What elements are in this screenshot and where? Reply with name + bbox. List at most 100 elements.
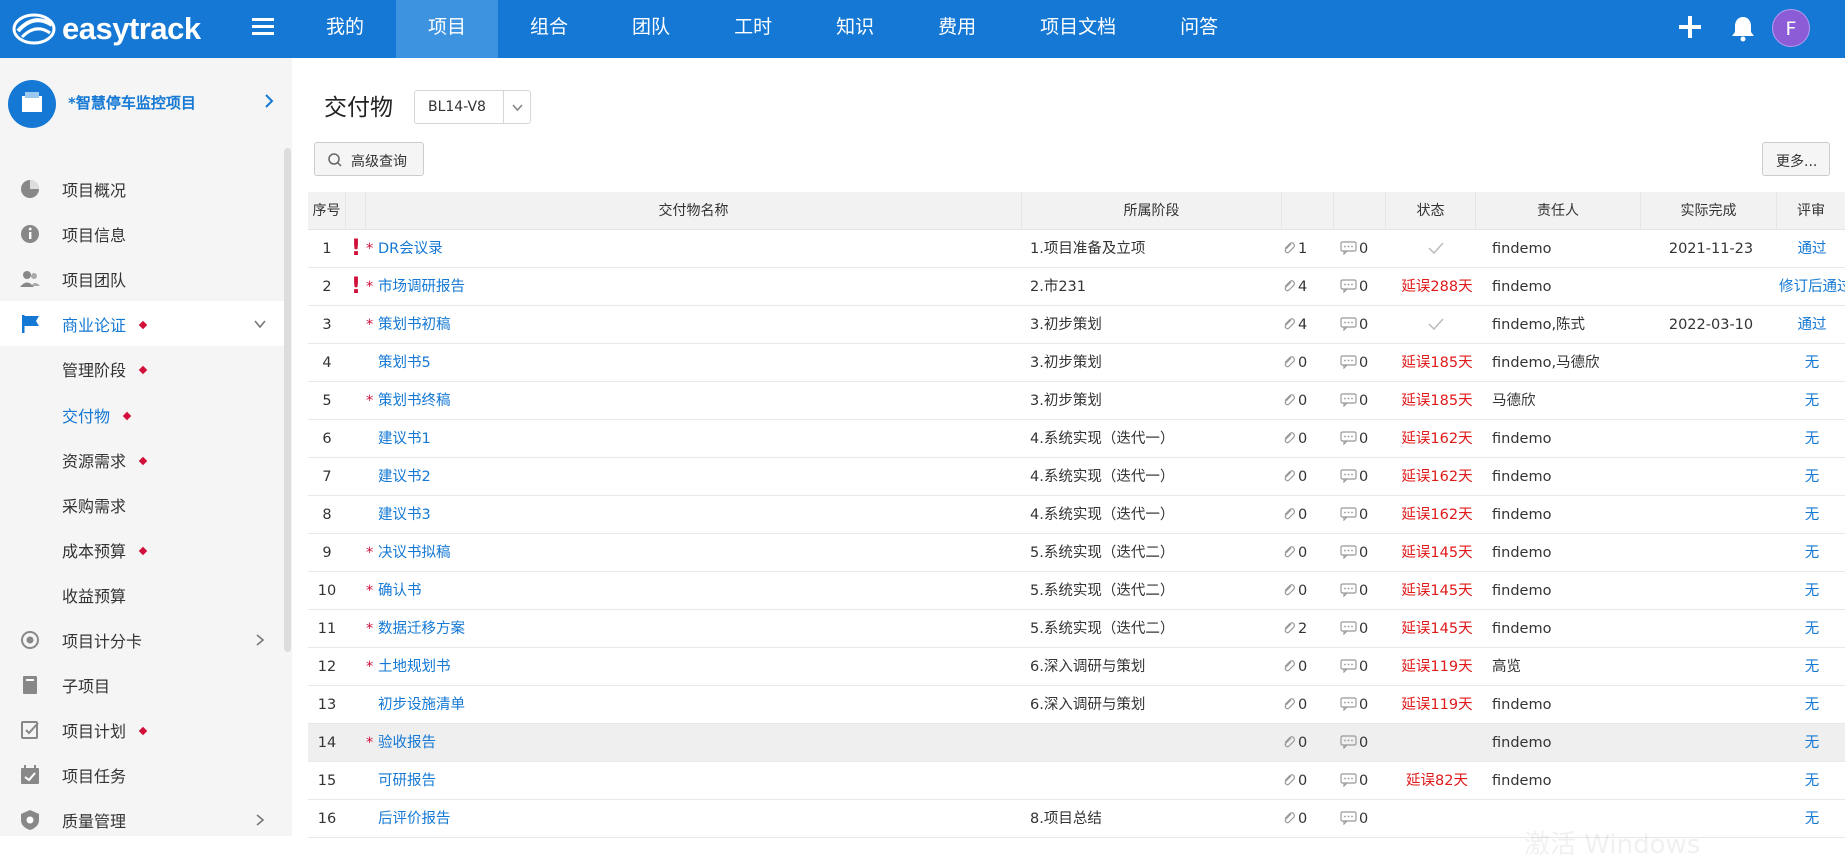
menu-toggle-icon[interactable]	[252, 18, 278, 40]
col-header-idx[interactable]: 序号	[308, 192, 346, 230]
deliverable-link[interactable]: 初步设施清单	[378, 697, 465, 713]
sidebar-item-10[interactable]: 项目计分卡	[0, 617, 284, 662]
review-link[interactable]: 无	[1779, 496, 1845, 534]
deliverable-link[interactable]: 后评价报告	[378, 811, 451, 827]
avatar[interactable]: F	[1772, 9, 1810, 47]
table-row[interactable]: 5 * 策划书终稿 3.初步策划 0 0 延误185天 马德欣 无	[308, 382, 1845, 420]
deliverable-link[interactable]: 决议书拟稿	[378, 545, 451, 561]
attachments-cell[interactable]: 0	[1282, 762, 1337, 800]
table-row[interactable]: 8 建议书3 4.系统实现（迭代一） 0 0 延误162天 findemo 无	[308, 496, 1845, 534]
deliverable-link[interactable]: 建议书2	[378, 469, 431, 485]
sidebar-item-0[interactable]: 项目概况	[0, 166, 284, 211]
review-link[interactable]: 无	[1779, 458, 1845, 496]
nav-item-3[interactable]: 团队	[600, 0, 702, 58]
sidebar-item-12[interactable]: 项目计划	[0, 707, 284, 752]
deliverable-link[interactable]: DR会议录	[378, 241, 443, 257]
nav-item-5[interactable]: 知识	[804, 0, 906, 58]
deliverable-link[interactable]: 建议书1	[378, 431, 431, 447]
attachments-cell[interactable]: 0	[1282, 420, 1337, 458]
table-row[interactable]: 2! * 市场调研报告 2.市231 4 0 延误288天 findemo 修订后通过	[308, 268, 1845, 306]
table-row[interactable]: 15 可研报告 0 0 延误82天 findemo 无	[308, 762, 1845, 800]
nav-item-4[interactable]: 工时	[702, 0, 804, 58]
review-link[interactable]: 无	[1779, 572, 1845, 610]
chevron-right-icon[interactable]	[254, 813, 266, 826]
sidebar-item-11[interactable]: 子项目	[0, 662, 284, 707]
table-row[interactable]: 12 * 土地规划书 6.深入调研与策划 0 0 延误119天 高览 无	[308, 648, 1845, 686]
comments-cell[interactable]: 0	[1340, 306, 1390, 344]
review-link[interactable]: 无	[1779, 800, 1845, 838]
review-link[interactable]: 无	[1779, 344, 1845, 382]
col-header-done[interactable]: 实际完成	[1641, 192, 1777, 230]
comments-cell[interactable]: 0	[1340, 534, 1390, 572]
attachments-cell[interactable]: 0	[1282, 686, 1337, 724]
attachments-cell[interactable]: 0	[1282, 382, 1337, 420]
review-link[interactable]: 无	[1779, 610, 1845, 648]
nav-item-8[interactable]: 问答	[1148, 0, 1250, 58]
table-row[interactable]: 14 * 验收报告 0 0 findemo 无	[308, 724, 1845, 762]
deliverable-link[interactable]: 市场调研报告	[378, 279, 465, 295]
nav-item-0[interactable]: 我的	[294, 0, 396, 58]
advanced-search-button[interactable]: 高级查询	[314, 142, 424, 176]
comments-cell[interactable]: 0	[1340, 496, 1390, 534]
nav-item-1[interactable]: 项目	[396, 0, 499, 58]
comments-cell[interactable]: 0	[1340, 686, 1390, 724]
sidebar-item-8[interactable]: 成本预算	[0, 527, 284, 572]
attachments-cell[interactable]: 0	[1282, 724, 1337, 762]
comments-cell[interactable]: 0	[1340, 610, 1390, 648]
sidebar-item-1[interactable]: 项目信息	[0, 211, 284, 256]
more-button[interactable]: 更多...	[1762, 142, 1830, 176]
project-header[interactable]: *智慧停车监控项目	[0, 58, 292, 148]
table-row[interactable]: 4 策划书5 3.初步策划 0 0 延误185天 findemo,马德欣 无	[308, 344, 1845, 382]
attachments-cell[interactable]: 2	[1282, 610, 1337, 648]
attachments-cell[interactable]: 0	[1282, 344, 1337, 382]
nav-item-7[interactable]: 项目文档	[1008, 0, 1148, 58]
attachments-cell[interactable]: 0	[1282, 458, 1337, 496]
comments-cell[interactable]: 0	[1340, 344, 1390, 382]
attachments-cell[interactable]: 0	[1282, 572, 1337, 610]
chevron-right-icon[interactable]	[262, 94, 276, 108]
table-row[interactable]: 9 * 决议书拟稿 5.系统实现（迭代二） 0 0 延误145天 findemo 无	[308, 534, 1845, 572]
deliverable-link[interactable]: 策划书初稿	[378, 317, 451, 333]
table-row[interactable]: 7 建议书2 4.系统实现（迭代一） 0 0 延误162天 findemo 无	[308, 458, 1845, 496]
review-link[interactable]: 修订后通过	[1779, 268, 1845, 306]
deliverable-link[interactable]: 验收报告	[378, 735, 436, 751]
deliverable-link[interactable]: 数据迁移方案	[378, 621, 465, 637]
table-row[interactable]: 13 初步设施清单 6.深入调研与策划 0 0 延误119天 findemo 无	[308, 686, 1845, 724]
comments-cell[interactable]: 0	[1340, 800, 1390, 838]
comments-cell[interactable]: 0	[1340, 420, 1390, 458]
nav-item-6[interactable]: 费用	[906, 0, 1008, 58]
review-link[interactable]: 无	[1779, 420, 1845, 458]
comments-cell[interactable]: 0	[1340, 572, 1390, 610]
deliverable-link[interactable]: 策划书5	[378, 355, 431, 371]
sidebar-item-6[interactable]: 资源需求	[0, 437, 284, 482]
comments-cell[interactable]: 0	[1340, 724, 1390, 762]
sidebar-item-14[interactable]: 质量管理	[0, 797, 284, 836]
attachments-cell[interactable]: 0	[1282, 800, 1337, 838]
sidebar-item-3[interactable]: 商业论证	[0, 301, 284, 346]
col-header-review[interactable]: 评审	[1777, 192, 1845, 230]
attachments-cell[interactable]: 0	[1282, 534, 1337, 572]
comments-cell[interactable]: 0	[1340, 230, 1390, 268]
comments-cell[interactable]: 0	[1340, 458, 1390, 496]
plus-icon[interactable]	[1675, 12, 1705, 42]
table-row[interactable]: 3 * 策划书初稿 3.初步策划 4 0 findemo,陈式 2022-03-10 通过	[308, 306, 1845, 344]
table-row[interactable]: 11 * 数据迁移方案 5.系统实现（迭代二） 2 0 延误145天 findemo 无	[308, 610, 1845, 648]
bell-icon[interactable]	[1730, 14, 1756, 42]
deliverable-link[interactable]: 策划书终稿	[378, 393, 451, 409]
col-header-name[interactable]: 交付物名称	[366, 192, 1022, 230]
table-row[interactable]: 10 * 确认书 5.系统实现（迭代二） 0 0 延误145天 findemo 无	[308, 572, 1845, 610]
chevron-right-icon[interactable]	[254, 633, 266, 646]
comments-cell[interactable]: 0	[1340, 762, 1390, 800]
attachments-cell[interactable]: 4	[1282, 268, 1337, 306]
deliverable-link[interactable]: 建议书3	[378, 507, 431, 523]
comments-cell[interactable]: 0	[1340, 382, 1390, 420]
comments-cell[interactable]: 0	[1340, 648, 1390, 686]
chevron-down-icon[interactable]	[254, 318, 266, 330]
col-header-stage[interactable]: 所属阶段	[1022, 192, 1282, 230]
attachments-cell[interactable]: 4	[1282, 306, 1337, 344]
sidebar-item-7[interactable]: 采购需求	[0, 482, 284, 527]
chevron-down-icon[interactable]	[503, 91, 530, 123]
attachments-cell[interactable]: 1	[1282, 230, 1337, 268]
comments-cell[interactable]: 0	[1340, 268, 1390, 306]
sidebar-item-2[interactable]: 项目团队	[0, 256, 284, 301]
